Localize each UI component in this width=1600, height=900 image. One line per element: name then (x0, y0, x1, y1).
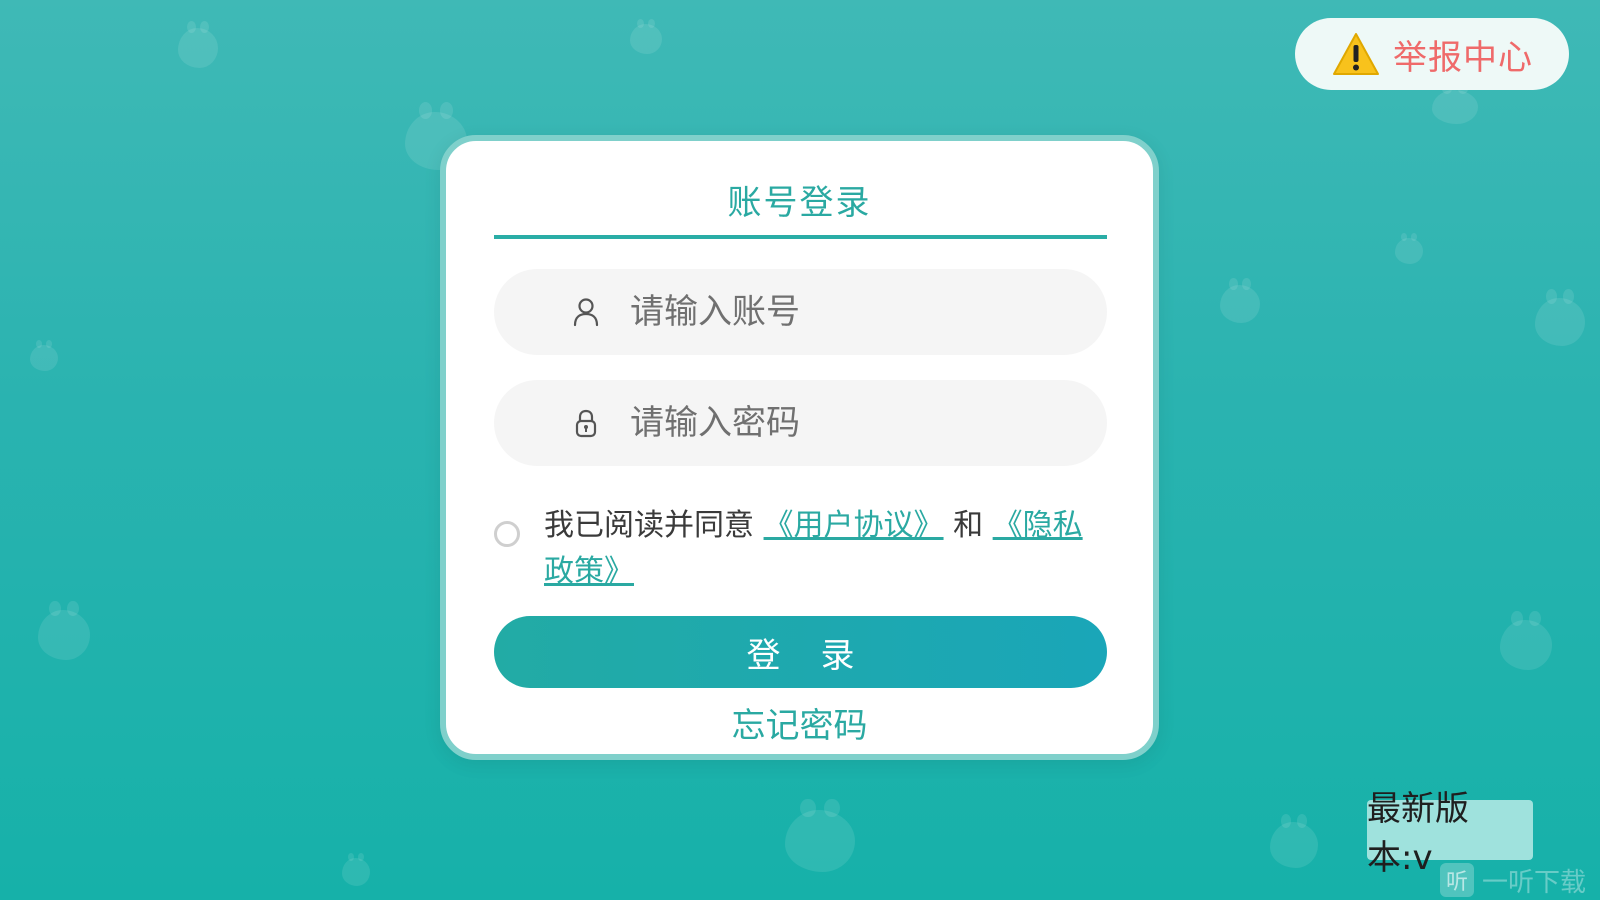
watermark-logo-icon: 听 (1440, 863, 1474, 897)
background-decoration (1535, 289, 1585, 346)
login-title: 账号登录 (727, 183, 872, 223)
user-agreement-link[interactable]: 《用户协议》 (764, 508, 944, 543)
background-decoration (1270, 813, 1318, 868)
title-underline (494, 235, 1107, 239)
login-button[interactable]: 登录 (494, 616, 1107, 688)
user-icon (573, 298, 599, 327)
watermark: 听 一听下载 (1440, 862, 1586, 898)
watermark-text: 一听下载 (1482, 867, 1587, 898)
agreement-prefix: 我已阅读并同意 (544, 508, 754, 543)
agreement-row: 我已阅读并同意 《用户协议》 和 《隐私政策》 (494, 503, 1107, 595)
forgot-password-link[interactable]: 忘记密码 (446, 698, 1153, 747)
background-decoration (630, 18, 662, 54)
agreement-conjunction: 和 (953, 508, 984, 543)
background-decoration (1500, 611, 1552, 670)
report-center-label: 举报中心 (1393, 37, 1533, 78)
password-input[interactable] (628, 402, 1072, 444)
agreement-text: 我已阅读并同意 《用户协议》 和 《隐私政策》 (544, 503, 1099, 595)
background-decoration (1432, 83, 1478, 124)
agreement-checkbox[interactable] (494, 521, 520, 547)
background-decoration (1395, 233, 1423, 264)
report-center-button[interactable]: 举报中心 (1295, 18, 1569, 90)
lock-icon (575, 409, 597, 438)
login-card: 账号登录 我已阅读并同意 《用户协议》 和 《隐私政策》 登录 忘记密码 (440, 135, 1159, 760)
background-decoration (30, 340, 58, 371)
version-badge: 最新版本:v (1367, 789, 1533, 878)
account-input[interactable] (628, 291, 1072, 333)
background-decoration (785, 798, 855, 872)
background-decoration (1220, 278, 1260, 323)
background-decoration (178, 20, 218, 68)
password-field[interactable] (494, 380, 1107, 466)
account-field[interactable] (494, 269, 1107, 355)
background-decoration (342, 852, 370, 886)
background-decoration (38, 601, 90, 660)
warning-triangle-icon (1333, 33, 1379, 75)
